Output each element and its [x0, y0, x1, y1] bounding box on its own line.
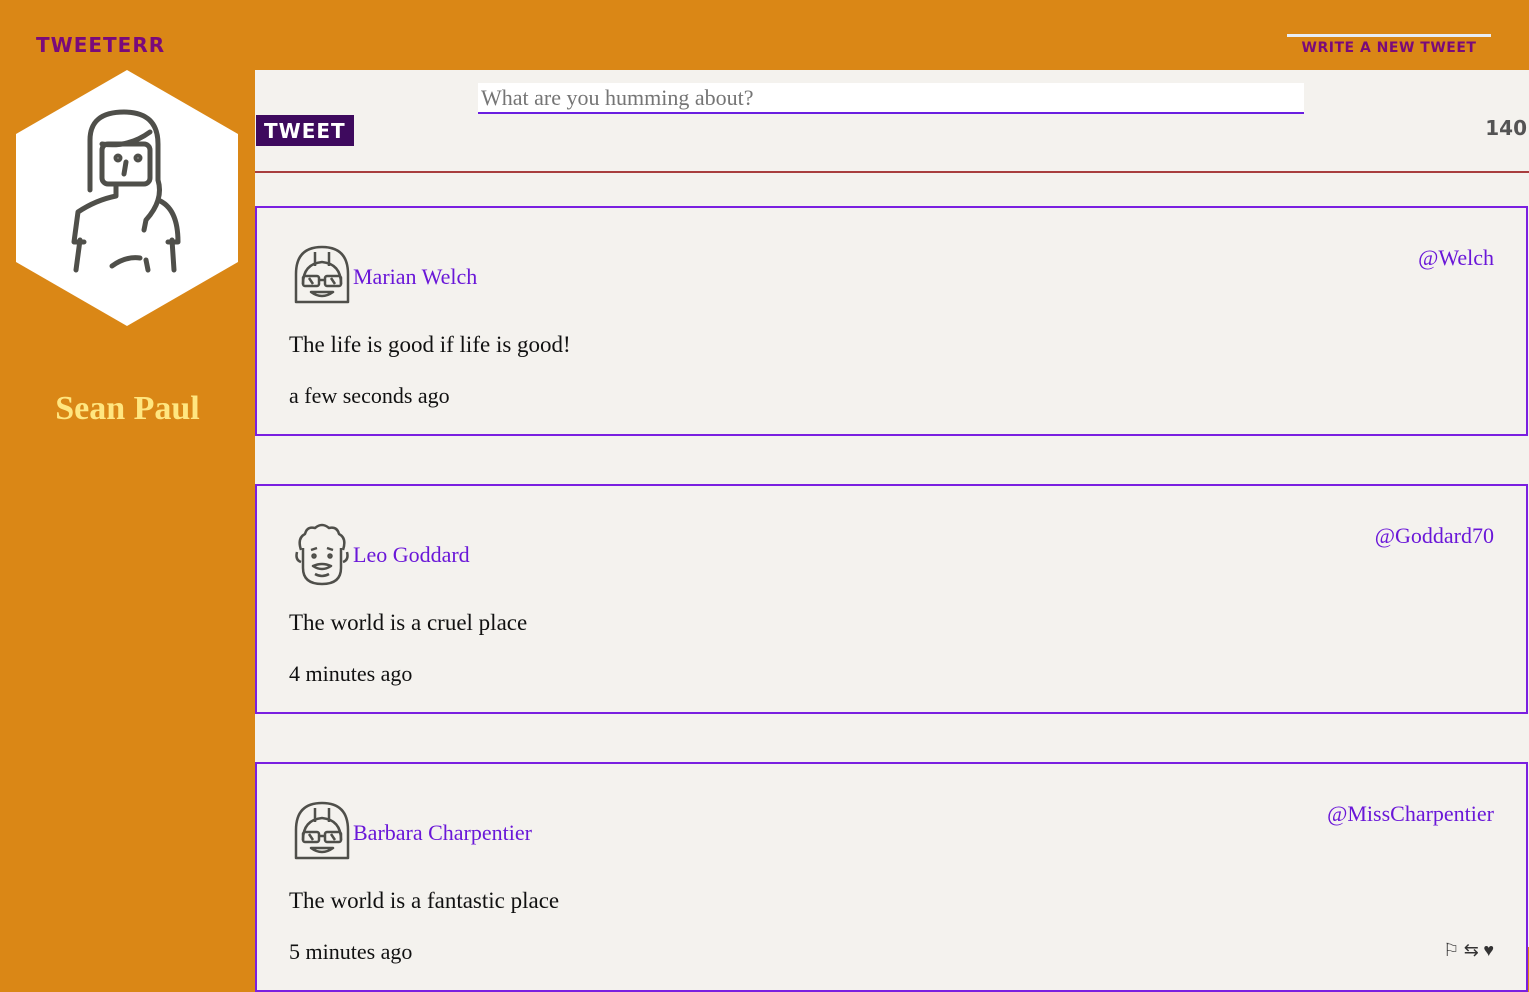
- profile-avatar: [16, 70, 238, 326]
- tweet-text: The world is a cruel place: [289, 610, 528, 635]
- woman-glasses-avatar-icon: [294, 245, 350, 304]
- write-new-tweet-button[interactable]: WRITE A NEW TWEET: [1287, 34, 1491, 56]
- tweet-timestamp: a few seconds ago: [289, 383, 450, 408]
- tweet-card: Marian Welch @Welch The life is good if …: [255, 206, 1528, 436]
- flag-icon[interactable]: ⚐: [1443, 940, 1459, 960]
- composer-divider: [255, 171, 1529, 173]
- main-feed: TWEET 140 Marian Welch @Welch The life i…: [255, 70, 1529, 992]
- woman-glasses-avatar-icon: [294, 801, 350, 860]
- tweet-card: Barbara Charpentier @MissCharpentier The…: [255, 762, 1528, 992]
- tweet-timestamp: 4 minutes ago: [289, 661, 413, 686]
- tweet-text: The life is good if life is good!: [289, 332, 571, 357]
- tweet-author-handle[interactable]: @Goddard70: [1375, 523, 1494, 549]
- character-counter: 140: [1485, 116, 1527, 140]
- profile-panel: Sean Paul: [0, 70, 255, 947]
- tweet-author-name[interactable]: Leo Goddard: [353, 542, 470, 568]
- tweet-timestamp: 5 minutes ago: [289, 939, 413, 964]
- brand-logo[interactable]: TWEETERR: [36, 33, 165, 57]
- tweet-composer-input[interactable]: [478, 83, 1304, 114]
- tweet-text: The world is a fantastic place: [289, 888, 560, 913]
- tweet-author-handle[interactable]: @Welch: [1418, 245, 1494, 271]
- retweet-icon[interactable]: ⇆: [1464, 940, 1479, 960]
- tweet-submit-button[interactable]: TWEET: [256, 115, 354, 146]
- man-curly-avatar-icon: [295, 523, 349, 586]
- profile-user-name: Sean Paul: [55, 390, 200, 427]
- tweet-author-name[interactable]: Barbara Charpentier: [353, 820, 532, 846]
- tweet-actions: ⚐ ⇆ ♥: [1443, 940, 1494, 961]
- tweet-card: Leo Goddard @Goddard70 The world is a cr…: [255, 484, 1528, 714]
- tweet-author-name[interactable]: Marian Welch: [353, 264, 477, 290]
- tweet-author-handle[interactable]: @MissCharpentier: [1327, 801, 1494, 827]
- heart-icon[interactable]: ♥: [1483, 940, 1494, 960]
